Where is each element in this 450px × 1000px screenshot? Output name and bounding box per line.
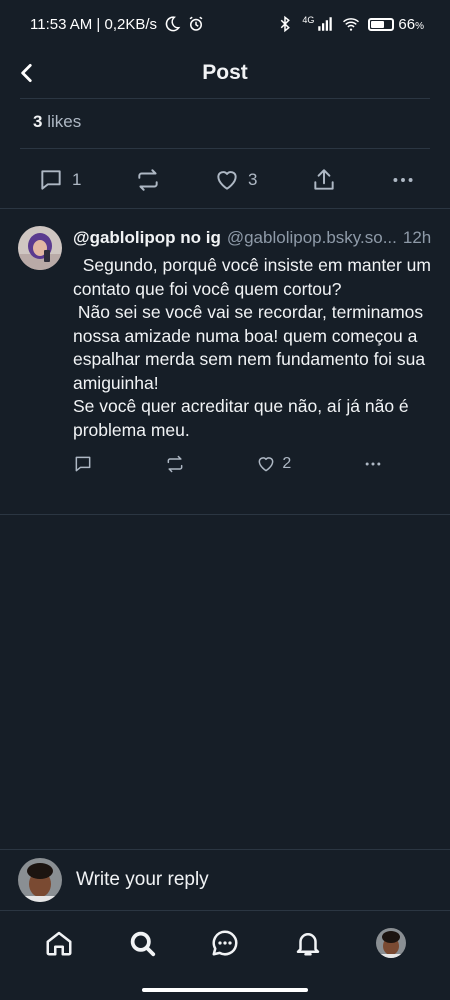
like-count: 3 xyxy=(248,170,258,189)
reply-body: @gablolipop no ig @gablolipop.bsky.so...… xyxy=(73,228,440,474)
battery-fill xyxy=(371,20,385,28)
like-count: 2 xyxy=(282,455,292,472)
more-dots-icon xyxy=(365,462,381,466)
comment-icon xyxy=(41,170,61,190)
like-button[interactable]: 3 xyxy=(214,167,257,193)
avatar[interactable] xyxy=(18,226,62,270)
reply-composer[interactable]: Write your reply xyxy=(0,849,450,911)
status-bar: 11:53 AM | 0,2KB/s 4G 66% xyxy=(0,0,450,48)
nav-home[interactable] xyxy=(44,928,74,958)
comment-icon xyxy=(75,456,91,472)
share-button[interactable] xyxy=(311,167,337,193)
more-options-button[interactable] xyxy=(390,167,416,193)
divider xyxy=(0,514,450,515)
battery: 66% xyxy=(368,16,424,33)
repost-icon xyxy=(167,455,183,473)
post-time: 12h xyxy=(402,228,432,247)
reply-text: Segundo, porquê você insiste em manter u… xyxy=(73,255,431,440)
status-right: 4G 66% xyxy=(276,15,424,33)
avatar-image xyxy=(18,226,62,270)
battery-icon xyxy=(368,17,395,31)
avatar xyxy=(18,858,62,902)
repost-button[interactable] xyxy=(165,454,185,474)
home-icon xyxy=(46,931,72,956)
display-name[interactable]: @gablolipop no ig xyxy=(73,228,221,248)
likes-number: 3 xyxy=(33,112,43,131)
avatar-image xyxy=(18,858,62,902)
heart-icon xyxy=(258,457,274,472)
reply-button[interactable] xyxy=(73,454,93,474)
like-button[interactable]: 2 xyxy=(256,454,291,474)
user-handle[interactable]: @gablolipop.bsky.so... xyxy=(227,228,397,248)
bell-icon xyxy=(296,933,320,956)
signal-icon xyxy=(318,17,333,31)
repost-icon xyxy=(138,169,158,191)
bottom-nav xyxy=(0,915,450,971)
likes-count[interactable]: 3 likes xyxy=(33,112,81,132)
reply-count: 1 xyxy=(72,170,82,189)
wifi-icon xyxy=(343,18,360,31)
reply-action-bar: 2 xyxy=(73,454,447,474)
moon-icon xyxy=(165,16,181,32)
more-options-button[interactable] xyxy=(363,454,383,474)
likes-label: likes xyxy=(47,112,82,131)
repost-button[interactable] xyxy=(135,167,161,193)
status-time: 11:53 AM | 0,2KB/s xyxy=(30,15,158,33)
top-bar: Post xyxy=(0,48,450,98)
status-left: 11:53 AM | 0,2KB/s xyxy=(30,15,205,33)
more-dots-icon xyxy=(393,178,413,182)
avatar-image xyxy=(375,928,406,958)
network-type: 4G xyxy=(302,15,315,25)
divider xyxy=(20,148,430,149)
bluetooth-icon xyxy=(281,15,291,33)
chat-icon xyxy=(212,930,238,956)
reply-input[interactable]: Write your reply xyxy=(76,869,209,891)
search-icon xyxy=(130,931,156,957)
back-arrow-icon[interactable] xyxy=(14,60,40,86)
nav-profile[interactable] xyxy=(375,928,406,958)
divider xyxy=(20,98,430,99)
home-indicator[interactable] xyxy=(142,988,308,992)
nav-notifications[interactable] xyxy=(293,928,323,958)
alarm-icon xyxy=(189,16,203,31)
battery-percent: 66% xyxy=(398,15,424,33)
nav-chat[interactable] xyxy=(210,928,240,958)
reply-header: @gablolipop no ig @gablolipop.bsky.so...… xyxy=(73,228,440,248)
divider xyxy=(0,208,450,209)
post-action-bar: 1 3 xyxy=(38,163,416,197)
reply-button[interactable]: 1 xyxy=(38,167,81,193)
heart-icon xyxy=(217,171,237,190)
share-icon xyxy=(314,169,334,190)
page-title: Post xyxy=(202,61,248,84)
nav-search[interactable] xyxy=(127,928,157,958)
reply-post[interactable]: @gablolipop no ig @gablolipop.bsky.so...… xyxy=(18,226,440,474)
